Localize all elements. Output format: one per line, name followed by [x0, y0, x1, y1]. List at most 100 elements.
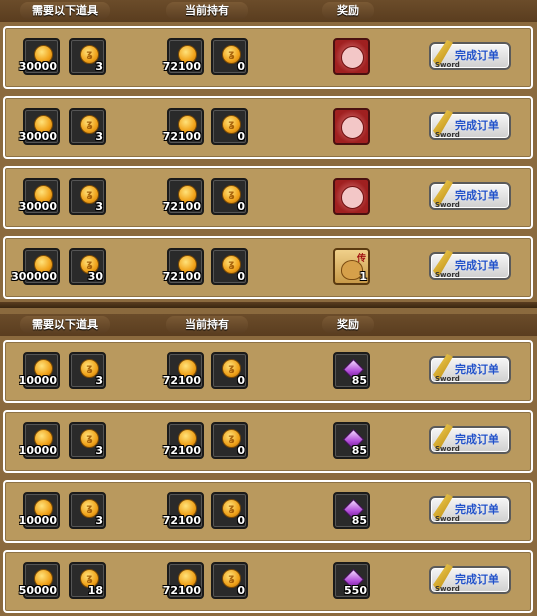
complete-order-button[interactable]: 完成订单 Sword	[429, 354, 511, 384]
held-gold-slot: 72100	[163, 352, 204, 389]
reward-item-icon[interactable]: 85	[333, 492, 370, 529]
complete-order-label: 完成订单	[455, 189, 499, 202]
held-gold-slot: 72100	[163, 38, 204, 75]
required-token-qty: 3	[95, 200, 103, 213]
held-token-slot: ʓ0	[211, 38, 248, 75]
complete-order-label: 完成订单	[455, 49, 499, 62]
reward-item-icon[interactable]: 85	[333, 422, 370, 459]
order-row: 30000 ʓ3 72100 ʓ0 完成订单 Sword	[3, 26, 533, 89]
held-token-slot: ʓ0	[211, 492, 248, 529]
reward-item-icon[interactable]: 85	[333, 352, 370, 389]
reward-item-icon[interactable]	[333, 178, 370, 215]
order-row: 30000 ʓ3 72100 ʓ0 完成订单 Sword	[3, 96, 533, 159]
required-token-slot: ʓ3	[69, 38, 106, 75]
held-gold-qty: 72100	[162, 200, 201, 213]
red-token-icon	[341, 116, 364, 139]
order-row: 10000 ʓ3 72100 ʓ0 85 完成订单 Sword	[3, 410, 533, 473]
held-token-qty: 0	[237, 374, 245, 387]
required-token-slot: ʓ 18	[69, 562, 106, 599]
sword-sublabel: Sword	[435, 201, 460, 209]
header-reward: 奖励	[322, 316, 374, 333]
held-gold-qty: 72100	[162, 444, 201, 457]
complete-order-label: 完成订单	[455, 573, 499, 586]
sword-sublabel: Sword	[435, 585, 460, 593]
header-reward: 奖励	[322, 2, 374, 19]
required-token-qty: 3	[95, 60, 103, 73]
required-token-qty: 18	[87, 584, 103, 597]
reward-qty: 85	[351, 374, 367, 387]
reward-qty: 85	[351, 514, 367, 527]
red-token-icon	[341, 46, 364, 69]
complete-order-button[interactable]: 完成订单 Sword	[429, 564, 511, 594]
order-row: 10000 ʓ3 72100 ʓ0 85 完成订单 Sword	[3, 480, 533, 543]
held-token-slot: ʓ0	[211, 422, 248, 459]
sword-sublabel: Sword	[435, 375, 460, 383]
required-token-slot: ʓ3	[69, 352, 106, 389]
required-gold-slot: 30000	[19, 38, 60, 75]
required-token-slot: ʓ3	[69, 178, 106, 215]
required-gold-slot: 300000	[11, 248, 60, 285]
column-header-bar: 需要以下道具 当前持有 奖励	[0, 314, 537, 336]
sword-sublabel: Sword	[435, 61, 460, 69]
held-gold-qty: 72100	[162, 514, 201, 527]
order-row: 300000 ʓ 30 72100 ʓ0 传1 完成订单 Sword	[3, 236, 533, 299]
required-gold-qty: 50000	[18, 584, 57, 597]
required-gold-slot: 30000	[19, 108, 60, 145]
header-current-holdings: 当前持有	[166, 316, 248, 333]
reward-item-icon[interactable]	[333, 108, 370, 145]
complete-order-button[interactable]: 完成订单 Sword	[429, 110, 511, 140]
required-gold-slot: 10000	[19, 352, 60, 389]
complete-order-label: 完成订单	[455, 433, 499, 446]
sword-sublabel: Sword	[435, 515, 460, 523]
complete-order-label: 完成订单	[455, 119, 499, 132]
required-token-slot: ʓ3	[69, 108, 106, 145]
required-gold-slot: 10000	[19, 492, 60, 529]
reward-item-icon[interactable]	[333, 38, 370, 75]
complete-order-button[interactable]: 完成订单 Sword	[429, 424, 511, 454]
complete-order-button[interactable]: 完成订单 Sword	[429, 180, 511, 210]
sword-sublabel: Sword	[435, 271, 460, 279]
reward-item-icon[interactable]: 传1	[333, 248, 370, 285]
required-gold-qty: 30000	[18, 130, 57, 143]
held-gold-slot: 72100	[163, 248, 204, 285]
held-token-qty: 0	[237, 270, 245, 283]
order-row: 50000 ʓ 18 72100 ʓ0 550 完成订单 Sword	[3, 550, 533, 613]
held-token-slot: ʓ0	[211, 178, 248, 215]
held-gold-slot: 72100	[163, 108, 204, 145]
required-token-slot: ʓ3	[69, 492, 106, 529]
complete-order-button[interactable]: 完成订单 Sword	[429, 250, 511, 280]
complete-order-label: 完成订单	[455, 259, 499, 272]
required-token-slot: ʓ 30	[69, 248, 106, 285]
held-gold-slot: 72100	[163, 562, 204, 599]
sword-sublabel: Sword	[435, 445, 460, 453]
reward-item-icon[interactable]: 550	[333, 562, 370, 599]
held-token-slot: ʓ0	[211, 562, 248, 599]
sword-sublabel: Sword	[435, 131, 460, 139]
required-gold-qty: 10000	[18, 374, 57, 387]
held-token-qty: 0	[237, 200, 245, 213]
held-gold-qty: 72100	[162, 60, 201, 73]
held-gold-qty: 72100	[162, 584, 201, 597]
held-token-qty: 0	[237, 130, 245, 143]
held-token-qty: 0	[237, 60, 245, 73]
held-gold-slot: 72100	[163, 422, 204, 459]
required-gold-qty: 300000	[11, 270, 57, 283]
header-current-holdings: 当前持有	[166, 2, 248, 19]
complete-order-label: 完成订单	[455, 363, 499, 376]
reward-qty: 550	[344, 584, 367, 597]
held-gold-qty: 72100	[162, 130, 201, 143]
held-token-slot: ʓ0	[211, 352, 248, 389]
order-row: 30000 ʓ3 72100 ʓ0 完成订单 Sword	[3, 166, 533, 229]
required-gold-slot: 10000	[19, 422, 60, 459]
held-token-qty: 0	[237, 514, 245, 527]
legend-tag: 传	[356, 254, 366, 264]
required-gold-qty: 30000	[18, 200, 57, 213]
reward-qty: 85	[351, 444, 367, 457]
held-gold-qty: 72100	[162, 374, 201, 387]
complete-order-button[interactable]: 完成订单 Sword	[429, 494, 511, 524]
order-row: 10000 ʓ3 72100 ʓ0 85 完成订单 Sword	[3, 340, 533, 403]
held-gold-qty: 72100	[162, 270, 201, 283]
column-header-bar: 需要以下道具 当前持有 奖励	[0, 0, 537, 22]
required-gold-slot: 30000	[19, 178, 60, 215]
complete-order-button[interactable]: 完成订单 Sword	[429, 40, 511, 70]
